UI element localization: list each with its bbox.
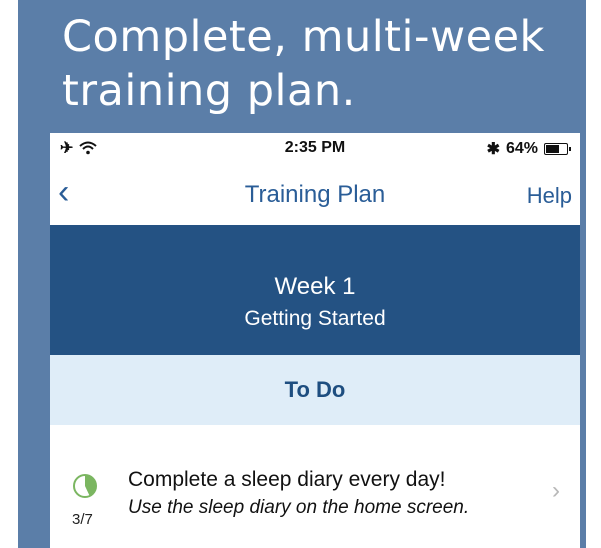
battery-percent: 64% xyxy=(505,140,538,157)
navigation-bar: ‹ Training Plan Help xyxy=(50,163,580,225)
progress-count: 3/7 xyxy=(72,511,93,528)
week-title: Week 1 xyxy=(274,273,356,300)
task-row[interactable]: 3/7 Complete a sleep diary every day! Us… xyxy=(50,425,580,548)
week-subtitle: Getting Started xyxy=(244,307,386,330)
status-bar: ✈ 2:35 PM ✱ 64% xyxy=(50,133,580,163)
week-banner: Week 1 Getting Started xyxy=(50,225,580,355)
phone-screen: ✈ 2:35 PM ✱ 64% ‹ Training Plan Help Wee… xyxy=(50,133,580,548)
todo-label: To Do xyxy=(284,377,346,402)
chevron-right-icon: › xyxy=(552,477,560,504)
task-subtitle: Use the sleep diary on the home screen. xyxy=(128,497,470,518)
status-right: ✱ 64% xyxy=(486,139,571,159)
nav-title: Training Plan xyxy=(244,181,386,208)
headline-line-2: training plan. xyxy=(62,66,356,116)
progress-circle-icon xyxy=(73,474,97,498)
battery-fill xyxy=(546,145,559,153)
promo-frame: Complete, multi-week training plan. ✈ 2:… xyxy=(18,0,586,548)
battery-icon xyxy=(544,143,571,155)
bluetooth-icon: ✱ xyxy=(486,141,500,158)
headline-line-1: Complete, multi-week xyxy=(62,12,545,62)
todo-section-header: To Do xyxy=(50,355,580,425)
task-title: Complete a sleep diary every day! xyxy=(128,468,446,491)
help-button[interactable]: Help xyxy=(527,183,572,209)
promo-headline: Complete, multi-week training plan. xyxy=(62,10,582,118)
